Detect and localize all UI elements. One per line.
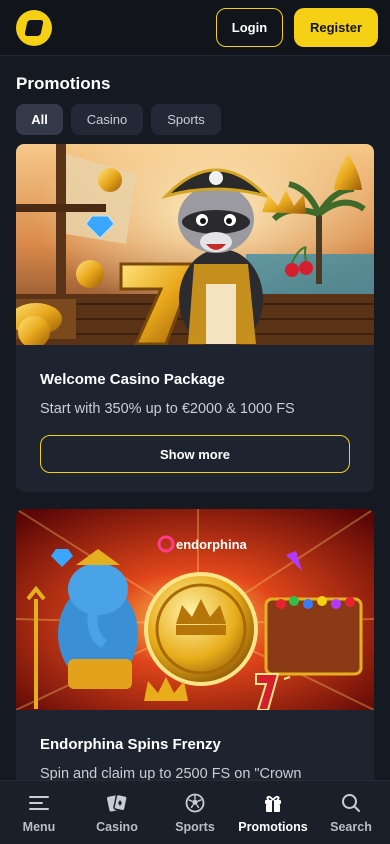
promotion-filter-tabs: All Casino Sports — [16, 104, 221, 135]
pirate-raccoon-banner[interactable] — [16, 144, 374, 345]
promo-title: Welcome Casino Package — [40, 371, 225, 388]
tab-sports[interactable]: Sports — [151, 104, 221, 135]
nav-item-casino[interactable]: Casino — [82, 792, 152, 834]
nav-label: Menu — [22, 819, 56, 834]
promo-title: Endorphina Spins Frenzy — [40, 736, 221, 753]
endorphina-ganesha-banner[interactable]: endorphina — [16, 509, 374, 710]
endorphina-logo-text: endorphina — [176, 537, 248, 552]
tab-casino[interactable]: Casino — [71, 104, 143, 135]
bottom-navigation: Menu Casino Sports Promotions Search — [0, 780, 390, 844]
promo-card-body: Welcome Casino Package Start with 350% u… — [16, 345, 374, 473]
gift-icon — [262, 792, 284, 814]
nav-item-search[interactable]: Search — [316, 792, 386, 834]
nav-label: Casino — [96, 819, 138, 834]
nav-label: Promotions — [238, 819, 308, 834]
promo-card-welcome: Welcome Casino Package Start with 350% u… — [16, 144, 374, 492]
pirate-raccoon-illustration — [16, 144, 374, 345]
show-more-button[interactable]: Show more — [40, 435, 350, 473]
search-icon — [340, 792, 362, 814]
nav-item-sports[interactable]: Sports — [160, 792, 230, 834]
soccer-ball-icon — [184, 792, 206, 814]
brand-logo-icon[interactable] — [16, 9, 52, 46]
login-button[interactable]: Login — [216, 8, 283, 47]
register-button[interactable]: Register — [294, 8, 378, 47]
endorphina-illustration: endorphina — [16, 509, 374, 710]
casino-cards-icon — [106, 792, 128, 814]
promo-description: Start with 350% up to €2000 & 1000 FS — [40, 401, 295, 417]
nav-label: Search — [330, 819, 372, 834]
page-title: Promotions — [16, 74, 111, 93]
top-header: Login Register — [0, 0, 390, 56]
tab-all[interactable]: All — [16, 104, 63, 135]
brand-logo-mark — [24, 19, 44, 36]
nav-item-menu[interactable]: Menu — [4, 792, 74, 834]
nav-label: Sports — [175, 819, 215, 834]
menu-icon — [28, 792, 50, 814]
nav-item-promotions[interactable]: Promotions — [238, 792, 308, 834]
promo-card-body: Endorphina Spins Frenzy Spin and claim u… — [16, 710, 374, 784]
